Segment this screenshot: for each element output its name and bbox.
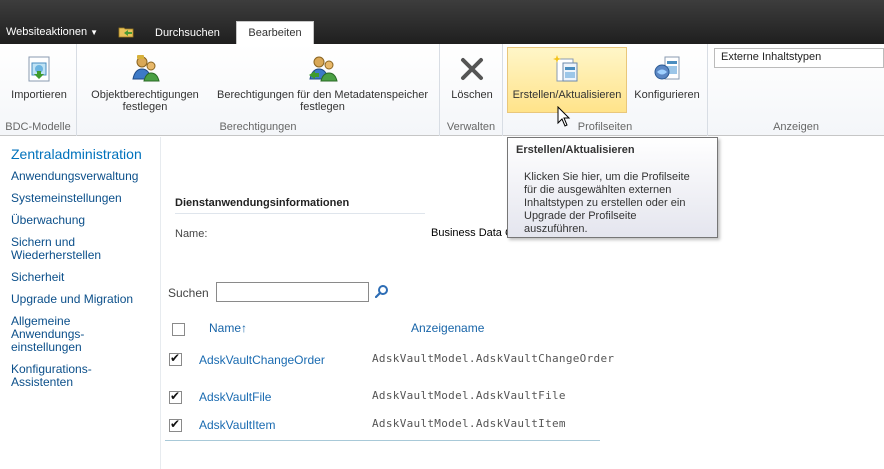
ribbon-tooltip: Erstellen/Aktualisieren Klicken Sie hier… <box>507 137 718 238</box>
nav-item-label-line: Wiederherstellen <box>11 248 102 262</box>
metadata-permissions-label-1: Berechtigungen für den Metadatenspeicher <box>217 89 428 101</box>
configure-button[interactable]: Konfigurieren <box>629 47 705 113</box>
search-label: Suchen <box>168 286 209 300</box>
row-checkbox[interactable] <box>169 417 182 432</box>
column-header-display-name[interactable]: Anzeigename <box>411 321 484 335</box>
tooltip-title: Erstellen/Aktualisieren <box>516 144 635 156</box>
name-value: Business Data Connectivity <box>431 227 511 239</box>
top-bar: Websiteaktionen ▼ Durchsuchen Bearbeiten <box>0 0 884 45</box>
nav-item-application-management[interactable]: Anwendungsverwaltung <box>11 170 157 183</box>
object-permissions-label-2: festlegen <box>122 101 168 113</box>
delete-icon <box>461 58 483 80</box>
create-update-button[interactable]: Erstellen/Aktualisieren <box>507 47 627 113</box>
site-actions-label: Websiteaktionen <box>6 26 88 38</box>
group-profile-pages: Erstellen/Aktualisieren Konfigurieren Pr… <box>503 44 708 136</box>
row-display-name: AdskVaultModel.AdskVaultItem <box>372 417 566 430</box>
create-update-label: Erstellen/Aktualisieren <box>512 89 622 101</box>
table-bottom-divider <box>165 440 600 441</box>
group-bdc-models: Importieren BDC-Modelle <box>0 44 77 136</box>
tooltip-body: Klicken Sie hier, um die Profilseite für… <box>524 171 709 236</box>
name-label: Name: <box>175 228 208 240</box>
tab-browse[interactable]: Durchsuchen <box>145 22 230 44</box>
nav-item-configuration-wizards[interactable]: Konfigurations- Assistenten <box>11 363 157 389</box>
nav-item-general-settings[interactable]: Allgemeine Anwendungs- einstellungen <box>11 315 157 354</box>
content-type-select[interactable]: Externe Inhaltstypen <box>714 48 884 68</box>
tab-edit[interactable]: Bearbeiten <box>236 21 314 45</box>
row-display-name: AdskVaultModel.AdskVaultChangeOrder <box>372 352 615 365</box>
row-checkbox[interactable] <box>169 351 182 366</box>
group-label: BDC-Modelle <box>5 121 71 133</box>
group-manage: Löschen Verwalten <box>440 44 503 136</box>
group-label: Berechtigungen <box>219 121 297 133</box>
section-title: Dienstanwendungsinformationen <box>175 197 350 209</box>
metadata-permissions-button[interactable]: Berechtigungen für den Metadatenspeicher… <box>207 47 438 113</box>
import-icon <box>28 56 50 82</box>
row-name-link[interactable]: AdskVaultItem <box>199 418 275 432</box>
metadata-permissions-icon <box>308 56 338 82</box>
tooltip-line: für die ausgewählten externen <box>524 184 672 196</box>
nav-item-backup-restore[interactable]: Sichern und Wiederherstellen <box>11 236 157 262</box>
object-permissions-label-1: Objektberechtigungen <box>91 89 199 101</box>
tooltip-line: Inhaltstypen zu erstellen oder ein <box>524 197 686 209</box>
nav-item-monitoring[interactable]: Überwachung <box>11 214 157 227</box>
select-all-checkbox[interactable] <box>172 323 185 336</box>
delete-button[interactable]: Löschen <box>444 47 500 113</box>
row-name-link[interactable]: AdskVaultFile <box>199 390 271 404</box>
group-label: Anzeigen <box>773 121 819 133</box>
mouse-pointer-icon <box>557 106 571 127</box>
metadata-permissions-label-2: festlegen <box>300 101 345 113</box>
search-input[interactable] <box>216 282 369 302</box>
tooltip-line: auszuführen. <box>524 223 588 235</box>
nav-item-label-line: Allgemeine <box>11 314 71 328</box>
configure-icon <box>654 56 680 80</box>
nav-item-system-settings[interactable]: Systemeinstellungen <box>11 192 157 205</box>
column-header-name[interactable]: Name↑ <box>209 321 247 335</box>
import-label: Importieren <box>11 89 67 101</box>
nav-item-label-line: Konfigurations- <box>11 362 92 376</box>
section-divider <box>175 213 425 214</box>
object-permissions-icon <box>132 55 160 82</box>
tooltip-line: Klicken Sie hier, um die Profilseite <box>524 171 690 183</box>
nav-item-upgrade-migration[interactable]: Upgrade und Migration <box>11 293 157 306</box>
group-label: Profilseiten <box>577 121 633 133</box>
row-display-name: AdskVaultModel.AdskVaultFile <box>372 389 566 402</box>
tooltip-line: Upgrade der Profilseite <box>524 210 637 222</box>
site-actions-menu[interactable]: Websiteaktionen ▼ <box>6 26 98 38</box>
group-label: Verwalten <box>446 121 496 133</box>
nav-title[interactable]: Zentraladministration <box>11 146 142 162</box>
configure-label: Konfigurieren <box>634 89 700 101</box>
folder-navigate-icon[interactable] <box>118 25 134 38</box>
row-name-link[interactable]: AdskVaultChangeOrder <box>199 353 325 367</box>
nav-item-label-line: Sichern und <box>11 235 76 249</box>
nav-item-label-line: einstellungen <box>11 340 82 354</box>
nav-item-label-line: Assistenten <box>11 375 74 389</box>
nav-item-label-line: Anwendungs- <box>11 327 85 341</box>
create-update-icon <box>553 55 578 82</box>
group-permissions: Objektberechtigungen festlegen Berechtig… <box>77 44 440 136</box>
delete-label: Löschen <box>451 89 493 101</box>
nav-item-security[interactable]: Sicherheit <box>11 271 157 284</box>
search-icon[interactable] <box>375 284 389 298</box>
row-checkbox[interactable] <box>169 389 182 404</box>
left-navigation: Zentraladministration Anwendungsverwaltu… <box>0 137 160 469</box>
ribbon: Importieren BDC-Modelle Objektberechtigu… <box>0 44 884 136</box>
chevron-down-icon: ▼ <box>90 28 99 37</box>
object-permissions-button[interactable]: Objektberechtigungen festlegen <box>83 47 207 113</box>
import-button[interactable]: Importieren <box>4 47 74 113</box>
